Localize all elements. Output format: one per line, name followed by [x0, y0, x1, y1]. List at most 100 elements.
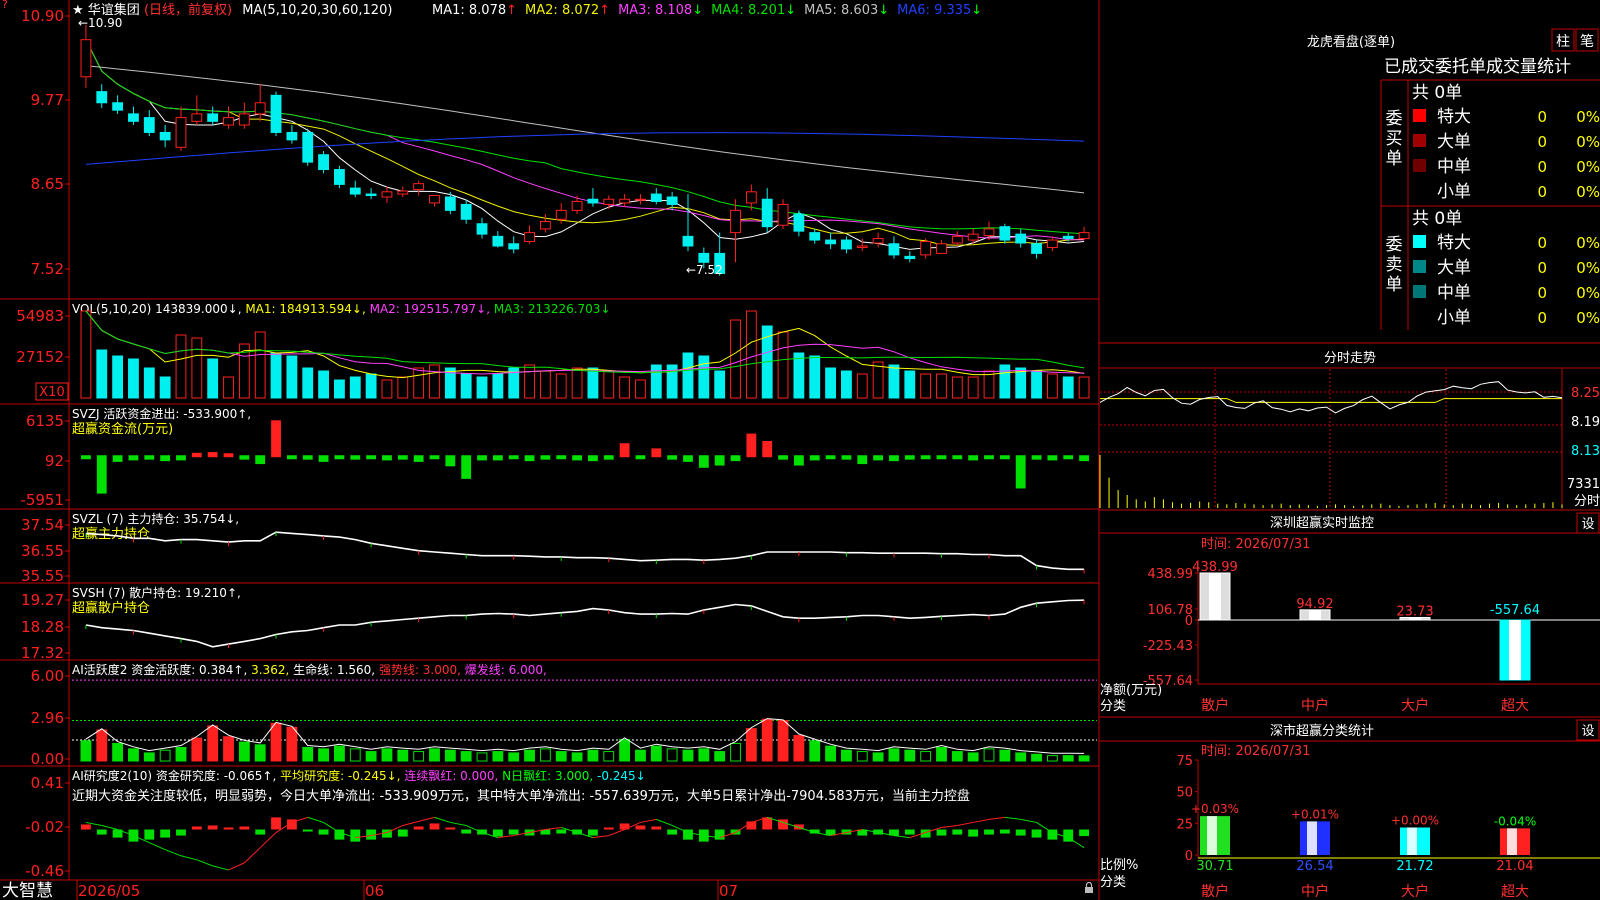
candle-body	[730, 209, 741, 234]
candle	[777, 199, 789, 229]
panel-title: SVZL (7)	[72, 512, 127, 526]
candle	[175, 106, 187, 151]
svzj-bar	[603, 455, 614, 460]
candle-body	[539, 221, 551, 230]
candle-body	[238, 113, 250, 126]
volume-bar	[302, 367, 314, 399]
svzl-header: SVZL (7) 主力持仓: 35.754↓,	[72, 511, 239, 526]
candle-body	[951, 235, 963, 244]
ai-research-header: AI研究度2(10) 资金研究度: -0.065↑, 平均研究度: -0.245…	[72, 768, 646, 783]
volume-bar	[492, 373, 504, 399]
svsh-line	[85, 599, 1085, 649]
ai2-bar	[271, 817, 281, 830]
svzj-bar	[271, 420, 281, 458]
ai1-bar	[223, 736, 234, 762]
volume-bar	[571, 367, 583, 399]
ai2-line-segment	[164, 849, 182, 857]
svzj-bar	[191, 452, 202, 458]
ai2-bar	[81, 824, 91, 830]
volume-ma-line-10	[85, 310, 1085, 375]
ai-research-panel: AI研究度2(10) 资金研究度: -0.065↑, 平均研究度: -0.245…	[25, 768, 1089, 880]
volume-bar	[413, 367, 425, 399]
svzj-bar	[445, 455, 456, 467]
ai2-bar	[762, 817, 773, 830]
ai2-bar	[968, 829, 979, 837]
ai2-bar	[397, 829, 408, 837]
volume-bar	[175, 334, 187, 399]
candle-body	[888, 243, 900, 256]
lhb-tab-tick[interactable]: 笔	[1575, 28, 1599, 52]
lhb-row-swatch	[1413, 310, 1426, 323]
ai2-bar	[144, 829, 155, 840]
ai2-bar	[556, 829, 567, 834]
lhb-row-name: 中单	[1437, 283, 1471, 303]
ma-line-20	[85, 39, 1085, 241]
ai-research-commentary: 近期大资金关注度较低，明显弱势，今日大单净流出: -533.909万元，其中特大…	[72, 788, 970, 804]
ai-research-bars	[81, 817, 1089, 842]
vol-value: MA2: 192515.797↓,	[370, 302, 494, 316]
svzj-bar	[1079, 455, 1089, 462]
sz-stats-settings-button[interactable]: 设	[1576, 719, 1600, 741]
ai1-bar	[524, 749, 535, 762]
ai1-line	[85, 718, 1085, 754]
ai1-bar	[666, 748, 678, 762]
panel-y-tick: 18.28	[21, 618, 64, 636]
candle-body	[1031, 243, 1042, 254]
ai1-bar	[365, 751, 377, 762]
sz-monitor-category: 散户	[1201, 697, 1229, 714]
sz-monitor-category: 大户	[1401, 697, 1429, 714]
panel-caption: 主力持仓: 35.754↓,	[127, 511, 239, 526]
volume-bar	[381, 379, 393, 399]
ai1-y-tick: 6.00	[31, 667, 64, 685]
lhb-row-name: 特大	[1437, 233, 1471, 253]
volume-bar	[223, 376, 234, 399]
sz-monitor-value-label: 23.73	[1396, 604, 1433, 619]
ai2-bar	[160, 829, 171, 838]
vol-value: MA1: 184913.594↓,	[245, 302, 369, 316]
ai1-bar	[476, 752, 488, 762]
sz-monitor-category: 中户	[1301, 697, 1329, 714]
ai1-bar	[286, 726, 298, 762]
candle-body	[841, 239, 852, 250]
ai1-bar	[571, 752, 583, 762]
svzj-bar	[793, 455, 804, 466]
ai2-line-segment	[988, 816, 1005, 820]
volume-ma-lines	[85, 310, 1085, 379]
lhb-tab-bar: 柱 笔	[1551, 28, 1599, 52]
candle	[936, 240, 947, 254]
ai1-bar	[492, 751, 504, 762]
lock-icon[interactable]	[1085, 881, 1093, 894]
candle-body	[349, 187, 361, 195]
sz-monitor-bar-highlight	[1509, 620, 1521, 680]
sz-stats-value-label: 26.54	[1296, 859, 1333, 874]
vol-unit-label: X10	[39, 385, 64, 400]
svzl-line	[85, 531, 1085, 574]
lhb-tab-bar-chart[interactable]: 柱	[1551, 28, 1575, 52]
ma-value: 8.201	[748, 3, 785, 18]
ai1-bar	[999, 749, 1011, 762]
sz-stats-change: +0.01%	[1291, 807, 1339, 821]
volume-bar	[1062, 376, 1074, 399]
ai2-line-segment	[957, 821, 974, 826]
candle	[793, 210, 805, 237]
candle-body	[809, 232, 821, 241]
ai1-title: AI活跃度2	[72, 662, 131, 677]
sz-stats-value-label: 21.04	[1496, 859, 1533, 874]
candle	[635, 194, 646, 205]
ai-activity-header: AI活跃度2 资金活跃度: 0.384↑, 3.362, 生命线: 1.560,…	[72, 662, 547, 677]
sz-monitor-settings-button[interactable]: 设	[1576, 512, 1600, 534]
svzj-bar	[524, 455, 535, 462]
ai1-bar	[429, 748, 440, 762]
x-axis-label: 06	[365, 882, 384, 900]
volume-bar	[397, 376, 409, 399]
sz-monitor-value-label: -557.64	[1490, 603, 1540, 618]
panel-title: SVSH (7)	[72, 586, 129, 600]
lhb-buy-block: 委买单委买单共 0单特大00%大单00%中单00%小单00%	[1386, 83, 1600, 202]
ai1-bar	[983, 748, 995, 762]
svzj-bar	[207, 452, 218, 458]
ai2-y-tick: -0.46	[25, 862, 64, 880]
volume-bar	[96, 349, 108, 399]
ai1-bar	[1046, 755, 1058, 762]
candle-body	[112, 102, 124, 111]
ma-title: MA(5,10,20,30,60,120)	[242, 3, 392, 18]
